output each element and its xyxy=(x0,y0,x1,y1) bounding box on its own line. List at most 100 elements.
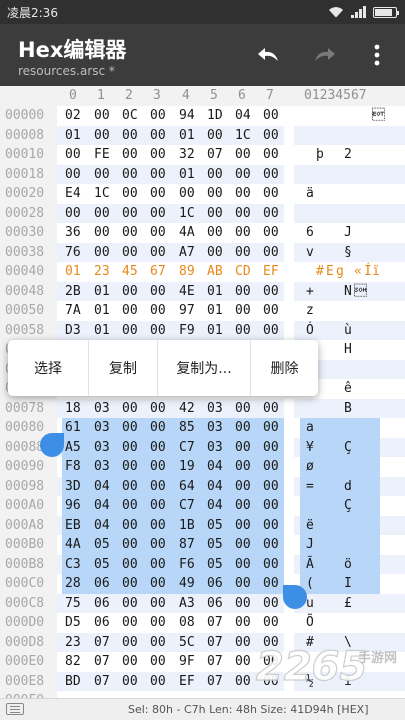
hex-byte[interactable]: 01 xyxy=(94,323,110,338)
hex-byte[interactable]: 00 xyxy=(122,128,138,143)
hex-byte[interactable]: D3 xyxy=(65,323,81,338)
hex-byte[interactable]: BD xyxy=(65,674,81,689)
hex-byte[interactable]: C3 xyxy=(65,557,81,572)
hex-byte[interactable]: E4 xyxy=(65,186,81,201)
hex-byte[interactable]: 28 xyxy=(65,576,81,591)
hex-byte[interactable]: 01 xyxy=(94,284,110,299)
hex-byte[interactable]: 00 xyxy=(122,420,138,435)
hex-byte[interactable]: 1B xyxy=(179,518,195,533)
ascii-char[interactable]: þ xyxy=(316,147,324,162)
hex-byte[interactable]: 00 xyxy=(150,323,166,338)
hex-row[interactable]: 00090 F8 03 00 00 19 04 00 00 ø xyxy=(0,457,405,477)
hex-byte[interactable]: F8 xyxy=(65,459,81,474)
hex-byte[interactable]: 64 xyxy=(179,479,195,494)
hex-byte[interactable]: 00 xyxy=(150,498,166,513)
hex-byte[interactable]: 67 xyxy=(150,264,166,279)
ascii-char[interactable]: 6 xyxy=(306,225,314,240)
ascii-char[interactable]: ( xyxy=(306,576,314,591)
hex-byte[interactable]: 05 xyxy=(207,518,223,533)
ascii-char[interactable]: ë xyxy=(306,518,314,533)
hex-byte[interactable]: 06 xyxy=(207,596,223,611)
hex-byte[interactable]: 82 xyxy=(65,654,81,669)
hex-byte[interactable]: 19 xyxy=(179,459,195,474)
hex-byte[interactable]: 00 xyxy=(150,245,166,260)
hex-byte[interactable]: 08 xyxy=(179,615,195,630)
hex-row[interactable]: 000B0 4A 05 00 00 87 05 00 00 J  xyxy=(0,535,405,555)
hex-byte[interactable]: 00 xyxy=(122,576,138,591)
hex-byte[interactable]: 3D xyxy=(65,479,81,494)
ascii-char[interactable]: ¥ xyxy=(306,440,314,455)
hex-byte[interactable]: 00 xyxy=(150,518,166,533)
hex-byte[interactable]: 03 xyxy=(207,401,223,416)
hex-byte[interactable]: C7 xyxy=(179,440,195,455)
ascii-char[interactable]:  xyxy=(372,108,385,123)
hex-byte[interactable]: 00 xyxy=(263,498,279,513)
ascii-char[interactable]: ù xyxy=(344,323,352,338)
hex-byte[interactable]: 03 xyxy=(94,440,110,455)
hex-byte[interactable]: 1C xyxy=(94,186,110,201)
ascii-char[interactable]: g xyxy=(336,264,344,279)
hex-byte[interactable]: 04 xyxy=(94,479,110,494)
hex-byte[interactable]: 00 xyxy=(122,557,138,572)
hex-byte[interactable]: 23 xyxy=(65,635,81,650)
hex-byte[interactable]: 03 xyxy=(94,420,110,435)
hex-byte[interactable]: 96 xyxy=(65,498,81,513)
hex-byte[interactable]: 00 xyxy=(150,401,166,416)
hex-byte[interactable]: 07 xyxy=(207,147,223,162)
redo-button[interactable] xyxy=(307,38,341,72)
hex-byte[interactable]: 04 xyxy=(94,518,110,533)
hex-byte[interactable]: FE xyxy=(94,147,110,162)
hex-byte[interactable]: 00 xyxy=(235,206,251,221)
hex-byte[interactable]: 04 xyxy=(207,479,223,494)
hex-byte[interactable]: 00 xyxy=(263,440,279,455)
ascii-char[interactable]: Ç xyxy=(344,498,352,513)
hex-byte[interactable]: CD xyxy=(235,264,251,279)
hex-byte[interactable]: 00 xyxy=(122,596,138,611)
hex-row[interactable]: 00018 00 00 00 00 01 00 00 00 xyxy=(0,164,405,184)
hex-byte[interactable]: 00 xyxy=(122,654,138,669)
hex-byte[interactable]: 00 xyxy=(122,225,138,240)
menu-delete[interactable]: 删除 xyxy=(251,340,318,396)
hex-byte[interactable]: 18 xyxy=(65,401,81,416)
hex-row[interactable]: 00050 7A 01 00 00 97 01 00 00 z  xyxy=(0,301,405,323)
hex-byte[interactable]: 05 xyxy=(94,557,110,572)
hex-byte[interactable]: 00 xyxy=(150,635,166,650)
hex-byte[interactable]: 00 xyxy=(263,128,279,143)
hex-byte[interactable]: 00 xyxy=(235,654,251,669)
ascii-char[interactable]: Ã xyxy=(306,557,314,572)
hex-byte[interactable]: 00 xyxy=(122,245,138,260)
hex-byte[interactable]: 00 xyxy=(122,498,138,513)
hex-byte[interactable]: 06 xyxy=(94,596,110,611)
hex-byte[interactable]: 00 xyxy=(94,128,110,143)
ascii-char[interactable]: H xyxy=(344,342,352,357)
hex-byte[interactable]: 00 xyxy=(122,459,138,474)
hex-byte[interactable]: 32 xyxy=(179,147,195,162)
hex-byte[interactable]: F9 xyxy=(179,323,195,338)
hex-byte[interactable]: 00 xyxy=(122,401,138,416)
hex-byte[interactable]: 01 xyxy=(65,264,81,279)
hex-byte[interactable]: 00 xyxy=(150,596,166,611)
hex-byte[interactable]: 03 xyxy=(94,401,110,416)
hex-byte[interactable]: 06 xyxy=(94,576,110,591)
ascii-char[interactable]: z xyxy=(306,303,314,318)
hex-byte[interactable]: 5C xyxy=(179,635,195,650)
hex-byte[interactable]: 06 xyxy=(94,615,110,630)
hex-byte[interactable]: 4E xyxy=(179,284,195,299)
hex-row[interactable]: 000D0 D5 06 00 00 08 07 00 00 Õ xyxy=(0,613,405,633)
hex-byte[interactable]: 00 xyxy=(263,401,279,416)
hex-row[interactable]: 00048 2B 01 00 00 4E 01 00 00 + N  xyxy=(0,281,405,301)
hex-byte[interactable]: 00 xyxy=(150,537,166,552)
hex-byte[interactable]: 05 xyxy=(207,557,223,572)
hex-byte[interactable]: 00 xyxy=(207,186,223,201)
hex-row[interactable]: 00058 D3 01 00 00 F9 01 00 00 Óù xyxy=(0,320,405,340)
hex-byte[interactable]: 00 xyxy=(150,303,166,318)
hex-byte[interactable]: 00 xyxy=(150,674,166,689)
hex-byte[interactable]: 00 xyxy=(150,128,166,143)
hex-byte[interactable]: 07 xyxy=(207,635,223,650)
hex-byte[interactable]: EF xyxy=(179,674,195,689)
hex-row[interactable]: 000A0 96 04 00 00 C7 04 00 00  Ç xyxy=(0,496,405,516)
hex-byte[interactable]: 06 xyxy=(207,576,223,591)
hex-byte[interactable]: 00 xyxy=(150,186,166,201)
hex-byte[interactable]: 03 xyxy=(207,420,223,435)
hex-row[interactable]: 000B8 C3 05 00 00 F6 05 00 00 Ãö xyxy=(0,554,405,574)
